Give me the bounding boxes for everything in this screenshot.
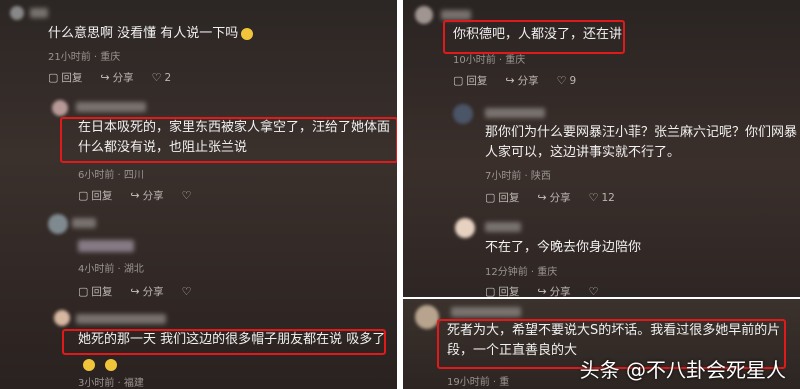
comment-text-line1: 在日本吸死的，家里东西被家人拿空了，汪给了她体面	[78, 120, 391, 135]
comment-text-line2: 人家可以，这边讲事实就不行了。	[485, 145, 681, 160]
share-button[interactable]: ↪ 分享	[537, 190, 570, 205]
reply-icon: ▢	[485, 285, 496, 297]
like-button[interactable]: ♡ 12	[589, 191, 615, 204]
comment-text-line1: 那你们为什么要网暴汪小菲？张兰麻六记呢？你们网暴	[485, 125, 798, 140]
comment-meta: 4小时前 · 湖北	[78, 264, 144, 275]
avatar[interactable]	[48, 214, 68, 234]
avatar[interactable]	[455, 218, 475, 238]
reply-icon: ▢	[48, 71, 59, 84]
share-icon: ↪	[537, 191, 547, 204]
comment-text-line2: 段，一个正直善良的大	[447, 343, 578, 358]
comment-meta: 6小时前 · 四川	[78, 170, 144, 181]
emoji-icon	[241, 27, 254, 40]
reply-button[interactable]: ▢ 回复	[48, 70, 82, 85]
username[interactable]	[72, 218, 96, 228]
share-icon: ↪	[505, 74, 515, 87]
comment-meta: 12分钟前 · 重庆	[485, 267, 558, 278]
share-icon: ↪	[130, 285, 140, 298]
share-icon: ↪	[537, 285, 547, 297]
comment-actions: ▢ 回复 ↪ 分享 ♡	[485, 284, 599, 297]
like-button[interactable]: ♡	[182, 189, 192, 202]
comment-meta: 21小时前 · 重庆	[48, 52, 121, 63]
watermark: 头条 @不八卦会死星人	[579, 358, 786, 382]
comment-text: 她死的那一天 我们这边的很多帽子朋友都在说 吸多了	[78, 332, 386, 347]
reply-button[interactable]: ▢ 回复	[485, 284, 519, 297]
right-comment-panel: 你积德吧，人都没了，还在讲 10小时前 · 重庆 ▢ 回复 ↪ 分享 ♡ 9 那你们为…	[403, 0, 800, 297]
avatar[interactable]	[415, 6, 433, 24]
share-button[interactable]: ↪ 分享	[130, 284, 163, 299]
comment-meta: 10小时前 · 重庆	[453, 55, 526, 66]
username[interactable]	[451, 307, 521, 317]
like-button[interactable]: ♡ 2	[152, 71, 172, 84]
comment-text: 不在了，今晚去你身边陪你	[485, 240, 642, 255]
left-comment-panel: 什么意思啊 没看懂 有人说一下吗 21小时前 · 重庆 ▢ 回复 ↪ 分享 ♡ 2 在…	[0, 0, 397, 389]
comment-actions: ▢ 回复 ↪ 分享 ♡	[78, 284, 192, 299]
reply-button[interactable]: ▢ 回复	[453, 73, 487, 88]
avatar[interactable]	[415, 305, 439, 329]
comment-text: 什么意思啊 没看懂 有人说一下吗	[48, 24, 254, 44]
username[interactable]	[76, 102, 146, 112]
reply-button[interactable]: ▢ 回复	[485, 190, 519, 205]
comment-meta: 3小时前 · 福建	[78, 378, 144, 389]
share-button[interactable]: ↪ 分享	[505, 73, 538, 88]
heart-icon: ♡	[588, 191, 599, 204]
avatar[interactable]	[453, 104, 473, 124]
comment-actions: ▢ 回复 ↪ 分享 ♡ 12	[485, 190, 615, 205]
username[interactable]	[441, 10, 471, 20]
reply-button[interactable]: ▢ 回复	[78, 284, 112, 299]
share-button[interactable]: ↪ 分享	[537, 284, 570, 297]
comment-actions: ▢ 回复 ↪ 分享 ♡ 2	[48, 70, 171, 85]
comment-text-line1: 死者为大，希望不要说大S的坏话。我看过很多她早前的片	[447, 323, 781, 338]
comment-actions: ▢ 回复 ↪ 分享 ♡	[78, 188, 192, 203]
heart-icon: ♡	[151, 71, 162, 84]
comment-meta: 7小时前 · 陕西	[485, 171, 551, 182]
username[interactable]	[76, 314, 166, 324]
share-button[interactable]: ↪ 分享	[130, 188, 163, 203]
reply-button[interactable]: ▢ 回复	[78, 188, 112, 203]
reply-icon: ▢	[78, 189, 89, 202]
avatar[interactable]	[54, 310, 70, 326]
blurred-comment	[78, 240, 134, 252]
laugh-emoji-icon	[83, 358, 95, 371]
emoji-row	[80, 354, 117, 373]
comment-actions: ▢ 回复 ↪ 分享 ♡ 9	[453, 73, 576, 88]
reply-icon: ▢	[453, 74, 464, 87]
comment-text: 你积德吧，人都没了，还在讲	[453, 27, 623, 42]
reply-icon: ▢	[485, 191, 496, 204]
like-button[interactable]: ♡	[589, 285, 599, 297]
like-button[interactable]: ♡	[182, 285, 192, 298]
username[interactable]	[30, 8, 48, 18]
username[interactable]	[485, 222, 521, 232]
reply-icon: ▢	[78, 285, 89, 298]
heart-icon: ♡	[181, 285, 192, 298]
heart-icon: ♡	[181, 189, 192, 202]
share-button[interactable]: ↪ 分享	[100, 70, 133, 85]
username[interactable]	[485, 108, 545, 118]
comment-text-line2: 什么都没有说，也阻止张兰说	[78, 140, 248, 155]
share-icon: ↪	[100, 71, 110, 84]
heart-icon: ♡	[556, 74, 567, 87]
comment-meta: 19小时前 · 重	[447, 377, 510, 388]
avatar[interactable]	[52, 100, 68, 116]
heart-icon: ♡	[588, 285, 599, 297]
like-button[interactable]: ♡ 9	[557, 74, 577, 87]
laugh-emoji-icon	[105, 358, 117, 371]
screenshot-collage: 什么意思啊 没看懂 有人说一下吗 21小时前 · 重庆 ▢ 回复 ↪ 分享 ♡ 2 在…	[0, 0, 800, 389]
avatar[interactable]	[10, 6, 24, 20]
share-icon: ↪	[130, 189, 140, 202]
